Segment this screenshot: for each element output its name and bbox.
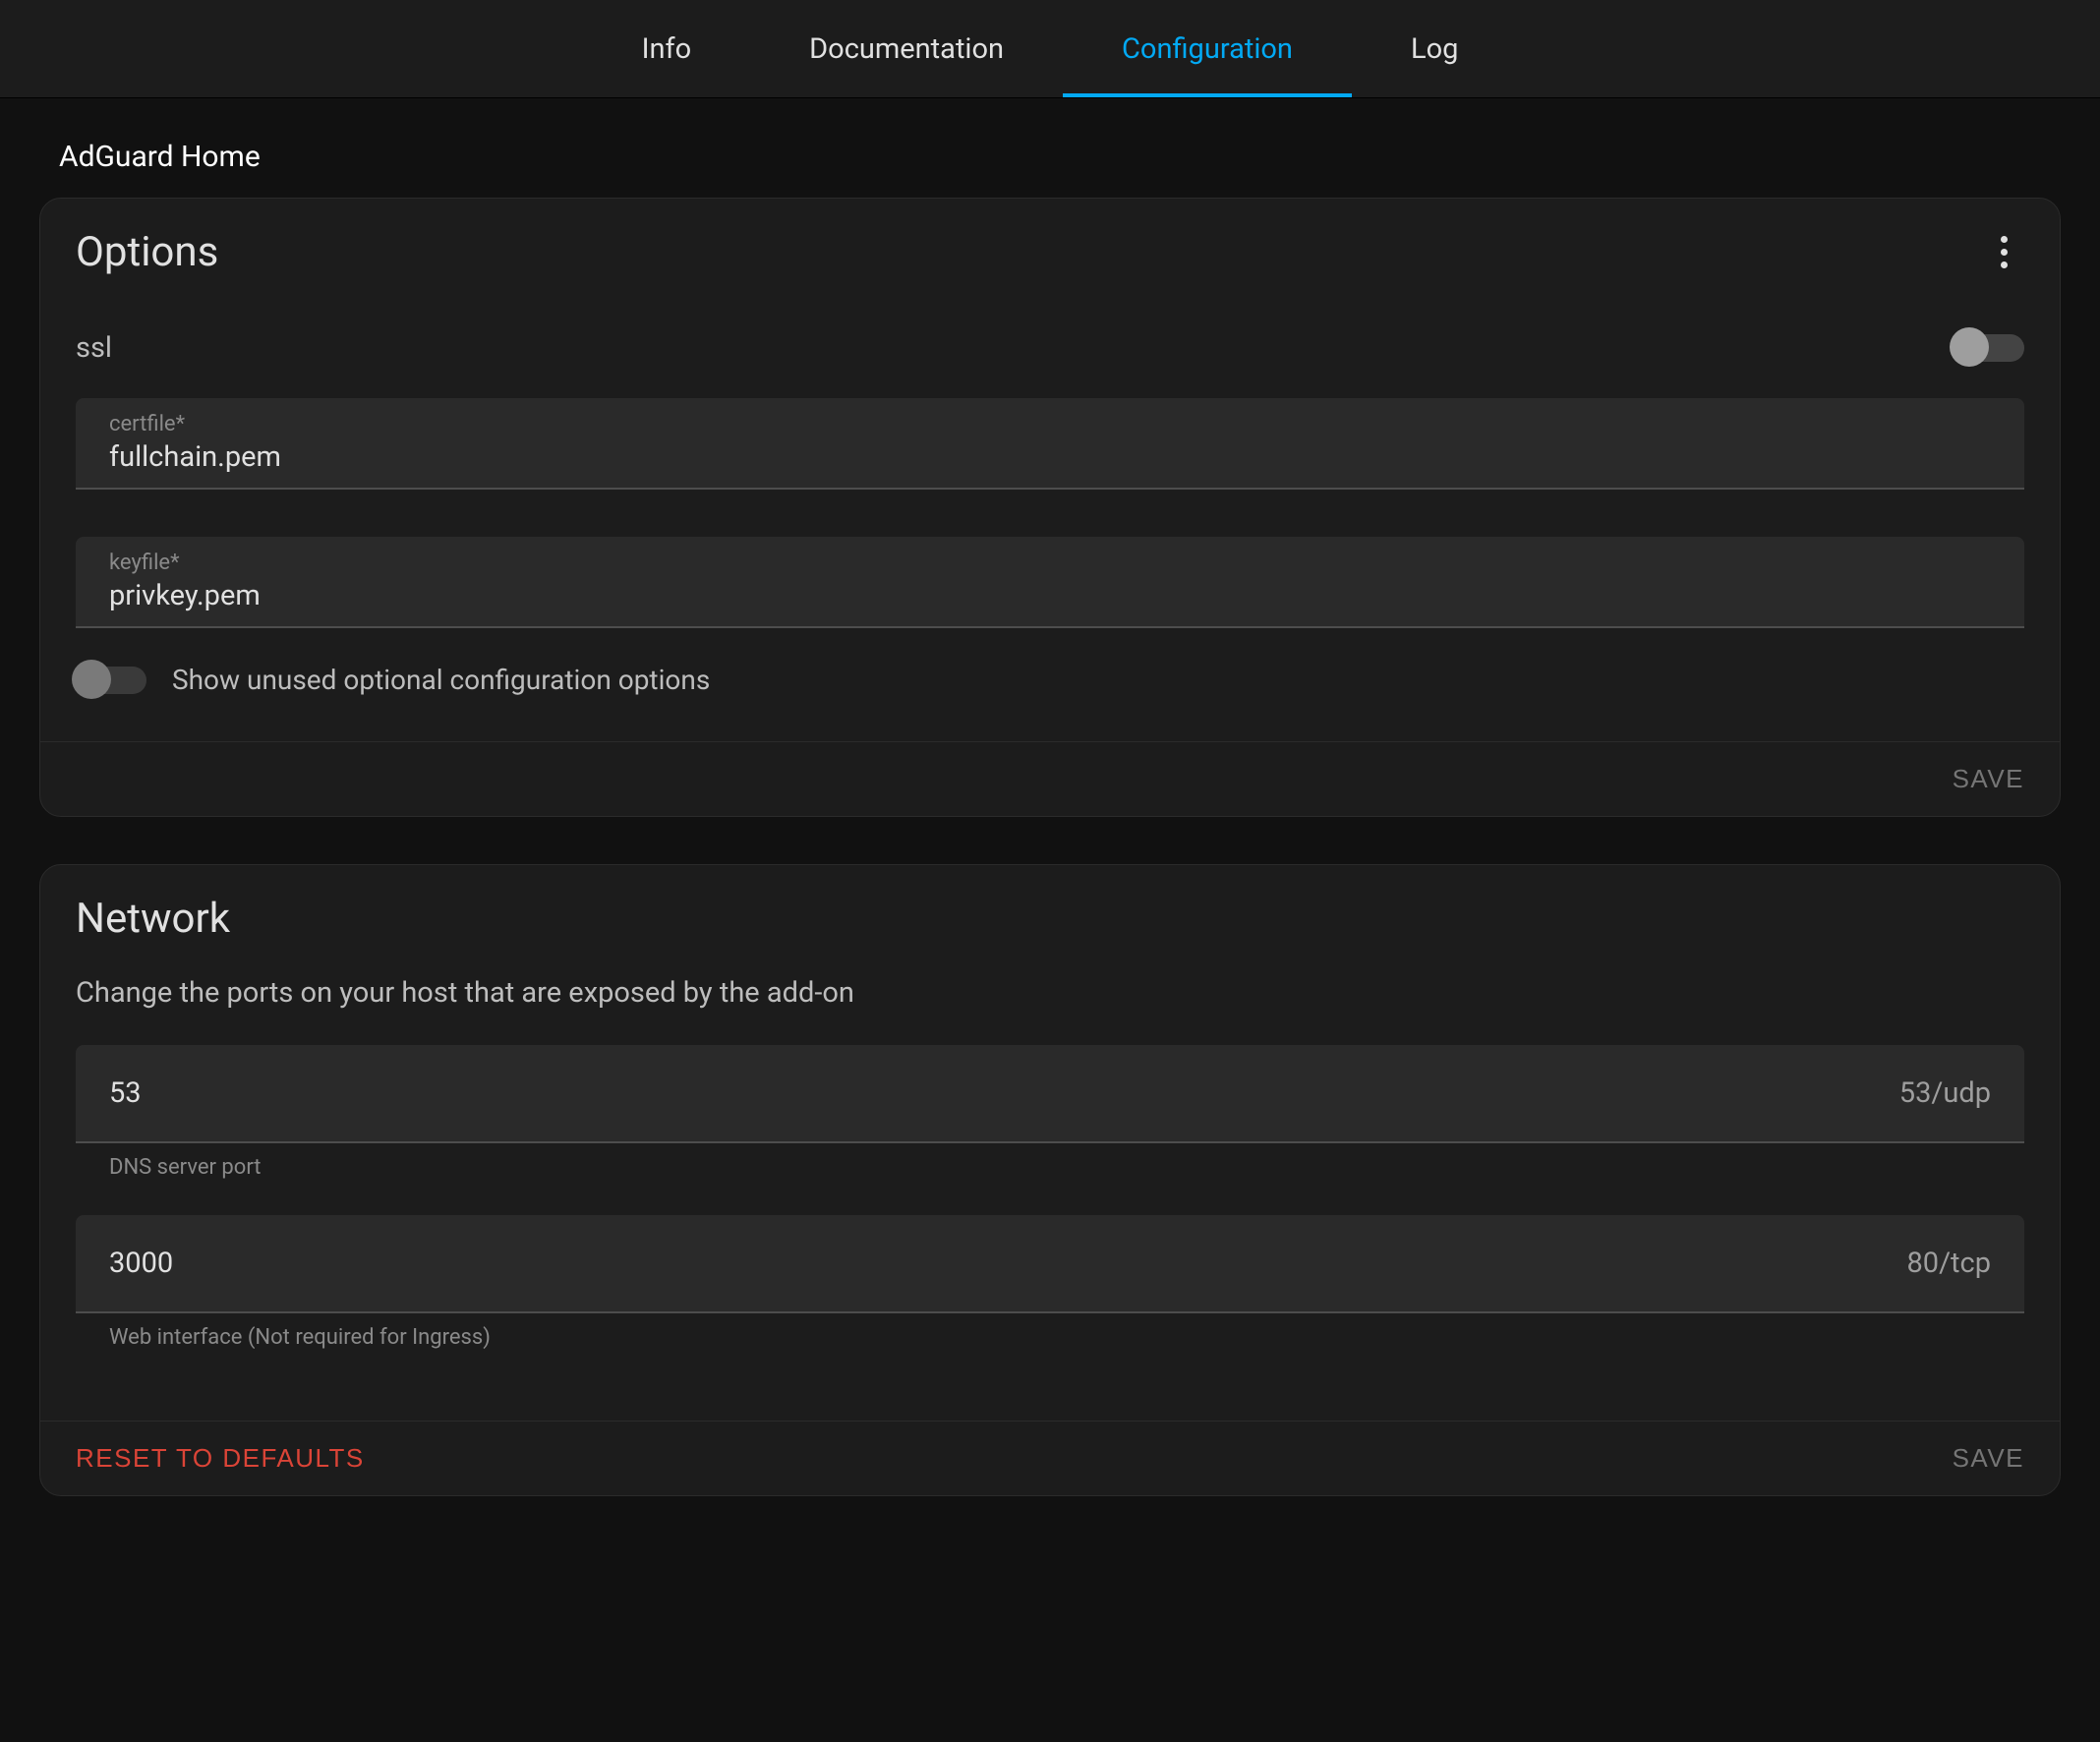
network-card: Network Change the ports on your host th… — [39, 864, 2061, 1496]
keyfile-value[interactable]: privkey.pem — [109, 579, 1991, 612]
port-proto-0: 53/udp — [1899, 1076, 1991, 1110]
port-value-1[interactable]: 3000 — [109, 1247, 173, 1280]
port-field-1[interactable]: 3000 80/tcp — [76, 1215, 2024, 1313]
port-field-0[interactable]: 53 53/udp — [76, 1045, 2024, 1143]
tab-info[interactable]: Info — [583, 0, 751, 97]
port-helper-1: Web interface (Not required for Ingress) — [76, 1313, 2024, 1385]
keyfile-label: keyfile* — [109, 551, 1991, 575]
port-proto-1: 80/tcp — [1906, 1247, 1991, 1280]
certfile-label: certfile* — [109, 412, 1991, 436]
ssl-toggle[interactable] — [1954, 334, 2024, 362]
options-save-button[interactable]: SAVE — [1953, 764, 2024, 794]
reset-defaults-button[interactable]: RESET TO DEFAULTS — [76, 1443, 365, 1474]
keyfile-field[interactable]: keyfile* privkey.pem — [76, 537, 2024, 628]
port-value-0[interactable]: 53 — [109, 1076, 142, 1110]
page-title: AdGuard Home — [39, 122, 2061, 198]
dots-vertical-icon[interactable] — [1983, 232, 2024, 273]
tab-log[interactable]: Log — [1352, 0, 1517, 97]
tab-bar: Info Documentation Configuration Log — [0, 0, 2100, 98]
network-title: Network — [76, 895, 230, 943]
options-card: Options ssl certfile* fullchain.pem keyf… — [39, 198, 2061, 817]
port-helper-0: DNS server port — [76, 1143, 2024, 1215]
show-unused-toggle[interactable] — [76, 667, 146, 694]
network-subtitle: Change the ports on your host that are e… — [76, 976, 2024, 1045]
page-content: AdGuard Home Options ssl certfile* fullc… — [0, 98, 2100, 1583]
network-save-button[interactable]: SAVE — [1953, 1443, 2024, 1474]
certfile-field[interactable]: certfile* fullchain.pem — [76, 398, 2024, 490]
tab-documentation[interactable]: Documentation — [750, 0, 1063, 97]
options-title: Options — [76, 228, 218, 276]
show-unused-label: Show unused optional configuration optio… — [172, 664, 710, 696]
ssl-label: ssl — [76, 331, 112, 365]
tab-configuration[interactable]: Configuration — [1063, 0, 1352, 97]
certfile-value[interactable]: fullchain.pem — [109, 440, 1991, 474]
